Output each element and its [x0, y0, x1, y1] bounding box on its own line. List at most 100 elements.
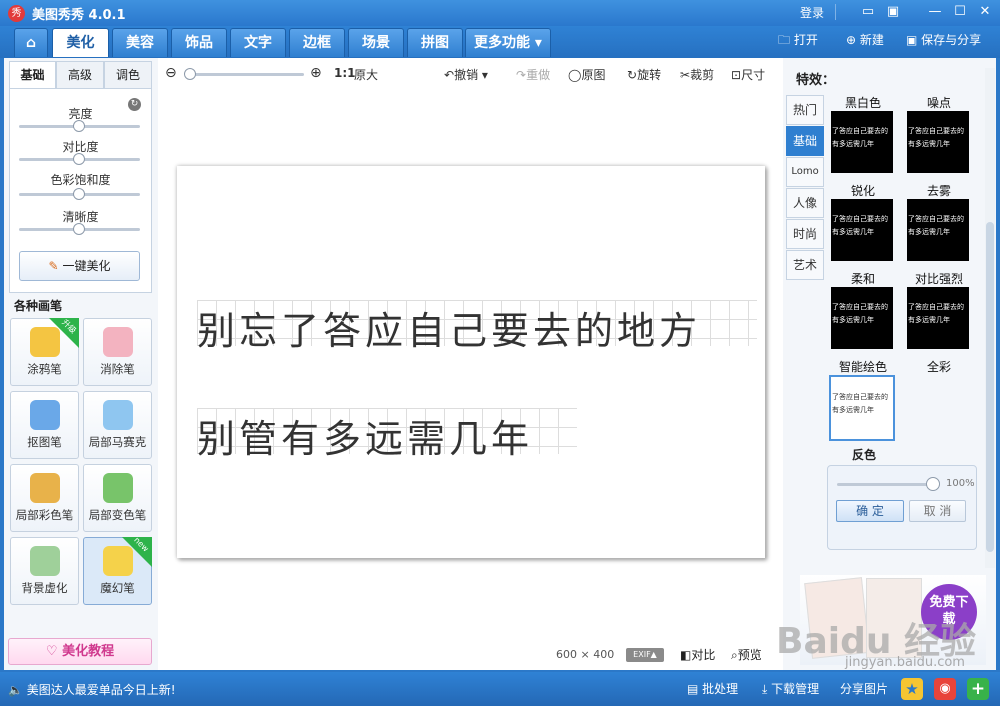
status-message-text: 美图达人最爱单品今日上新! — [26, 683, 176, 697]
subtab-basic[interactable]: 基础 — [9, 61, 56, 89]
cutout-pen-button[interactable]: 抠图笔 — [10, 391, 79, 459]
cancel-button[interactable]: 取 消 — [909, 500, 966, 522]
scrollbar-thumb[interactable] — [986, 222, 994, 552]
zoom-in-icon[interactable]: ⊕ — [310, 65, 322, 81]
subtab-advanced[interactable]: 高级 — [56, 61, 104, 89]
tab-beautify[interactable]: 美化 — [52, 28, 109, 57]
category-fashion[interactable]: 时尚 — [786, 219, 824, 249]
brush-icon — [29, 473, 60, 503]
tool-label: 抠图笔 — [27, 435, 62, 449]
save-label: 保存与分享 — [921, 33, 982, 47]
tab-scene[interactable]: 场景 — [348, 28, 404, 57]
tab-accessories[interactable]: 饰品 — [171, 28, 227, 57]
eraser-icon — [102, 327, 133, 357]
tab-frame[interactable]: 边框 — [289, 28, 345, 57]
effect-bw-thumb[interactable]: 了答应自己要去的 有多远需几年 — [831, 111, 893, 173]
effect-strength-slider[interactable] — [837, 483, 937, 486]
crop-button[interactable]: ✂裁剪 — [680, 66, 714, 83]
close-icon[interactable]: ✕ — [975, 3, 995, 21]
batch-button[interactable]: ▤ 批处理 — [687, 680, 738, 697]
add-icon[interactable]: + — [967, 678, 989, 700]
tab-more[interactable]: 更多功能 ▾ — [465, 28, 551, 57]
tutorial-button[interactable]: ♡ 美化教程 — [8, 638, 152, 665]
zoom-slider[interactable] — [186, 73, 304, 76]
category-basic[interactable]: 基础 — [786, 126, 824, 156]
tab-text[interactable]: 文字 — [230, 28, 286, 57]
category-hot[interactable]: 热门 — [786, 95, 824, 125]
category-lomo[interactable]: Lomo — [786, 157, 824, 187]
effect-dehaze-thumb[interactable]: 了答应自己要去的 有多远需几年 — [907, 199, 969, 261]
weibo-icon[interactable]: ◉ — [934, 678, 956, 700]
new-button[interactable]: ⊕ 新建 — [846, 31, 884, 49]
effect-soft-thumb[interactable]: 了答应自己要去的 有多远需几年 — [831, 287, 893, 349]
share-image-button[interactable]: 分享图片 — [840, 680, 888, 697]
category-portrait[interactable]: 人像 — [786, 188, 824, 218]
background-blur-button[interactable]: 背景虚化 — [10, 537, 79, 605]
effect-strength-knob[interactable] — [926, 477, 940, 491]
status-message[interactable]: 🔈 美图达人最爱单品今日上新! — [8, 681, 176, 698]
login-link[interactable]: 登录 — [800, 4, 824, 21]
brightness-knob[interactable] — [73, 120, 85, 132]
tool-label: 涂鸦笔 — [27, 362, 62, 376]
effects-title: 特效： — [796, 73, 836, 88]
hearts-icon: ♡ — [45, 644, 58, 659]
confirm-button[interactable]: 确 定 — [836, 500, 904, 522]
chevron-down-icon: ▾ — [534, 35, 542, 51]
color-change-pen-button[interactable]: 局部变色笔 — [83, 464, 152, 532]
maximize-icon[interactable]: ☐ — [950, 3, 970, 21]
circle-icon: ◯ — [568, 68, 582, 82]
image-canvas[interactable] — [177, 166, 765, 558]
mosaic-button[interactable]: 局部马赛克 — [83, 391, 152, 459]
paint-bucket-icon — [102, 473, 133, 503]
tab-beauty[interactable]: 美容 — [112, 28, 168, 57]
tool-label: 局部变色笔 — [88, 508, 147, 522]
rotate-button[interactable]: ↻旋转 — [627, 66, 661, 83]
home-tab[interactable]: ⌂ — [14, 28, 48, 57]
tab-collage[interactable]: 拼图 — [407, 28, 463, 57]
times-sign: × — [580, 648, 590, 661]
effect-label: 噪点 — [926, 96, 951, 110]
effect-sharpen-thumb[interactable]: 了答应自己要去的 有多远需几年 — [831, 199, 893, 261]
magic-wand-icon: ✎ — [48, 259, 59, 273]
saturation-knob[interactable] — [73, 188, 85, 200]
eraser-pen-button[interactable]: 消除笔 — [83, 318, 152, 386]
tab-more-label: 更多功能 — [474, 35, 531, 51]
resize-button[interactable]: ⊡尺寸 — [731, 66, 765, 83]
local-color-pen-button[interactable]: 局部彩色笔 — [10, 464, 79, 532]
message-icon[interactable]: ▭ — [858, 3, 878, 21]
doodle-pen-button[interactable]: 涂鸦笔 升级 — [10, 318, 79, 386]
effect-contrast-thumb[interactable]: 了答应自己要去的 有多远需几年 — [907, 287, 969, 349]
effect-label: 智能绘色 — [838, 360, 887, 374]
category-art[interactable]: 艺术 — [786, 250, 824, 280]
effect-smart-color-thumb[interactable]: 了答应自己要去的 有多远需几年 — [829, 375, 895, 441]
contrast-knob[interactable] — [73, 153, 85, 165]
zoom-knob[interactable] — [184, 68, 196, 80]
compare-button[interactable]: ◧对比 — [680, 646, 715, 663]
undo-button[interactable]: ↶撤销 ▾ — [444, 66, 488, 83]
effect-label: 全彩 — [926, 360, 951, 374]
effect-noise-thumb[interactable]: 了答应自己要去的 有多远需几年 — [907, 111, 969, 173]
menu-icon[interactable]: ▣ — [883, 3, 903, 21]
one-click-beautify-button[interactable]: ✎ 一键美化 — [19, 251, 140, 281]
zoom-out-icon[interactable]: ⊖ — [165, 65, 177, 81]
original-image-button[interactable]: ◯原图 — [568, 66, 605, 83]
original-label: 原图 — [581, 68, 606, 82]
tool-label: 背景虚化 — [21, 581, 68, 595]
open-button[interactable]: 🗀 打开 — [778, 31, 818, 49]
preview-button[interactable]: ⌕预览 — [731, 646, 762, 663]
magic-pen-button[interactable]: 魔幻笔 new — [83, 535, 152, 605]
original-size-button[interactable]: 原大 — [354, 66, 378, 83]
minimize-icon[interactable]: — — [925, 3, 945, 21]
exif-button[interactable]: EXIF▲ — [626, 648, 664, 662]
cutout-pen-icon — [29, 400, 60, 430]
redo-button[interactable]: ↷重做 — [516, 66, 550, 83]
sharpness-knob[interactable] — [73, 223, 85, 235]
new-label: 新建 — [859, 33, 884, 47]
preview-label: 预览 — [737, 648, 762, 662]
download-manager-button[interactable]: ⤓ 下载管理 — [762, 680, 819, 697]
save-share-button[interactable]: ▣ 保存与分享 — [906, 31, 981, 49]
star-icon[interactable]: ★ — [901, 678, 923, 700]
subtab-color[interactable]: 调色 — [104, 61, 152, 89]
tutorial-label: 美化教程 — [62, 644, 115, 659]
image-width: 600 — [556, 648, 577, 661]
